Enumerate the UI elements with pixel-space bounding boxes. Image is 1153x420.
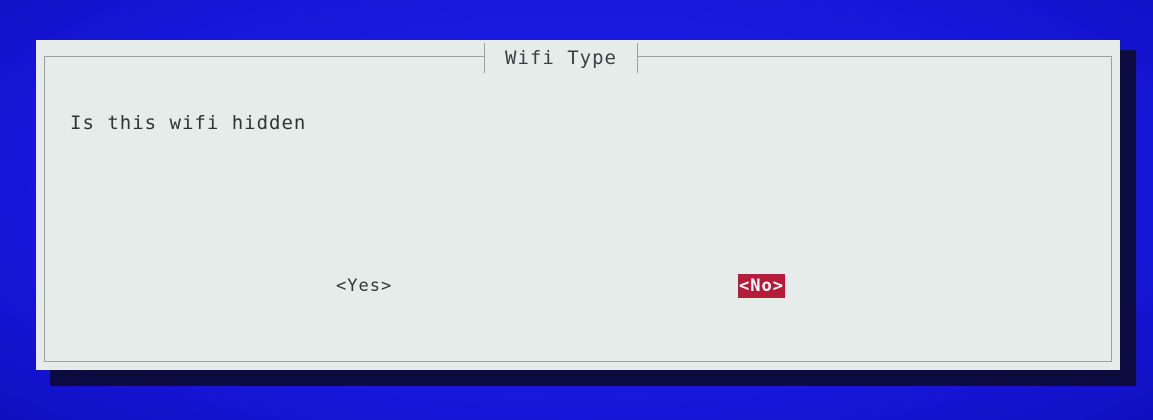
no-button[interactable]: <No> — [738, 274, 785, 298]
dialog-title: Wifi Type — [484, 43, 638, 73]
wifi-type-dialog: Wifi Type Is this wifi hidden <Yes> <No> — [36, 40, 1120, 370]
dialog-message: Is this wifi hidden — [70, 112, 307, 134]
yes-button[interactable]: <Yes> — [336, 274, 392, 298]
dialog-title-text: Wifi Type — [505, 47, 617, 69]
dialog-frame — [44, 56, 1112, 362]
